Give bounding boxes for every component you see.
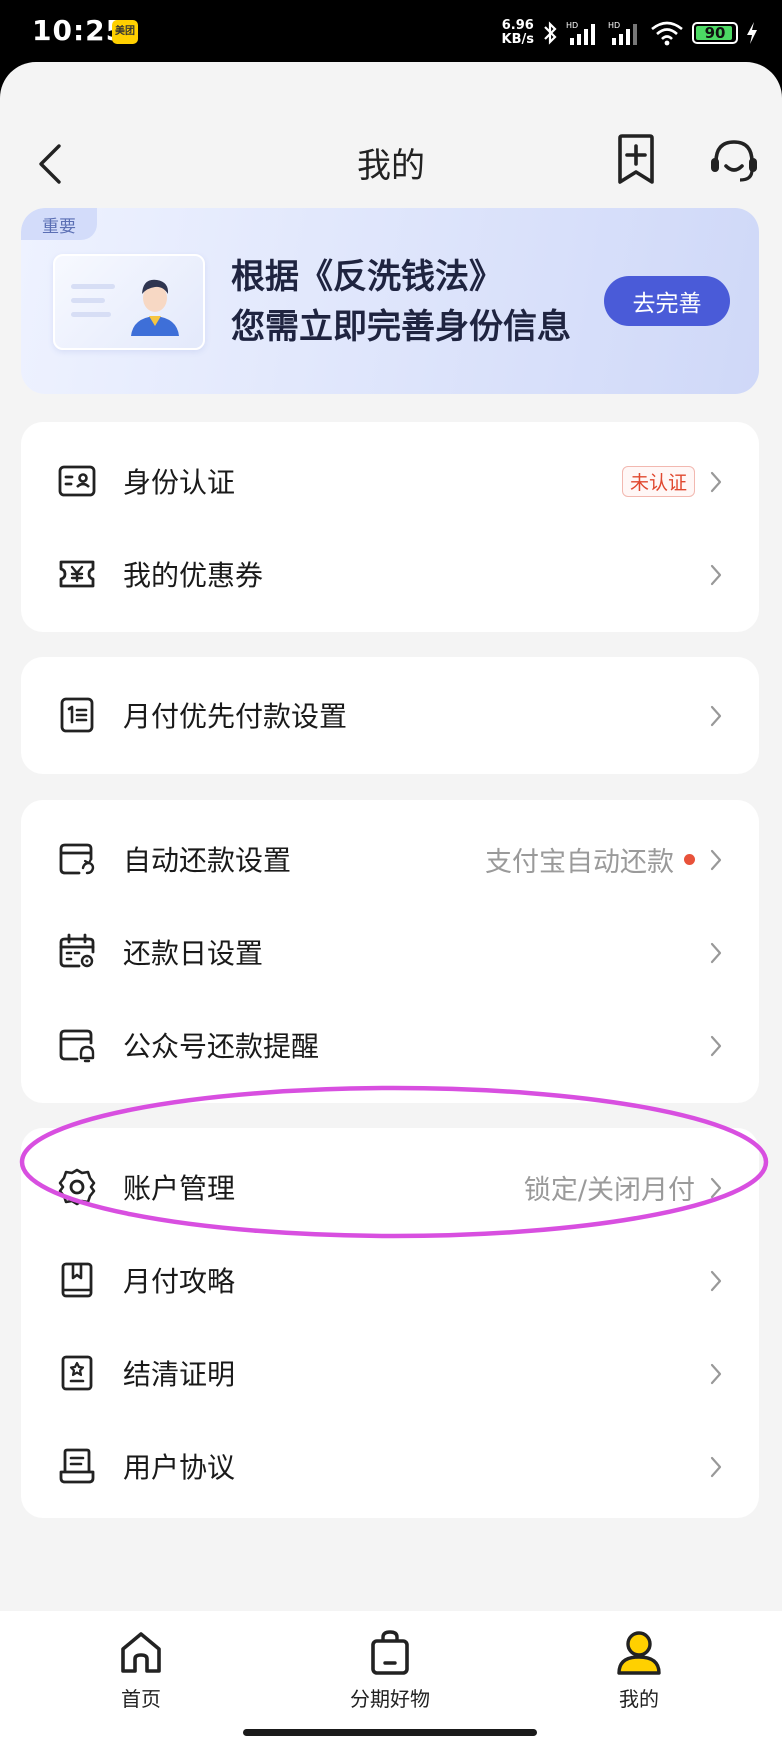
autopay-value: 支付宝自动还款 [485,840,695,879]
unverified-badge-wrap: 未认证 [621,465,695,497]
nav-bar: 我的 [0,120,782,210]
chevron-right-icon [710,564,722,586]
headset-icon [711,140,757,182]
signal-icon-2: HD [608,21,637,45]
banner-line-1: 根据《反洗钱法》 [231,257,503,297]
bluetooth-icon [544,21,557,45]
row-label: 用户协议 [123,1451,236,1484]
id-card-person-icon [71,279,179,336]
chevron-right-icon [710,1456,722,1478]
certificate-icon [61,1355,93,1391]
wifi-icon [651,21,683,46]
chevron-right-icon [710,1270,722,1292]
row-auto-repay[interactable]: 自动还款设置 支付宝自动还款 [21,813,759,905]
priority-list-icon [60,697,94,733]
tab-label: 我的 [619,1687,659,1711]
row-account-management[interactable]: 账户管理 锁定/关闭月付 [21,1141,759,1233]
autopay-value-text: 支付宝自动还款 [485,846,674,878]
tab-home[interactable]: 首页 [71,1629,211,1712]
status-bar: 10:25 美团 6.96 KB/s HD HD 90 [0,0,782,66]
add-bookmark-button[interactable] [612,132,660,188]
shopping-bag-icon [371,1630,409,1675]
bottom-tab-bar: 首页 分期好物 我的 [0,1611,782,1743]
status-indicators: 6.96 KB/s HD HD 90 [502,16,758,50]
chevron-right-icon [710,1035,722,1057]
id-card-illustration [53,254,205,350]
battery-icon: 90 [692,22,738,44]
row-label: 账户管理 [123,1172,236,1205]
agreement-doc-icon [59,1448,95,1484]
customer-service-button[interactable] [706,132,762,188]
network-speed-unit: KB/s [501,32,534,47]
profile-page: 我的 重要 根据《反洗钱法》 您需立即完善身份信息 去完善 身份认证 未认证 我… [0,62,782,1743]
row-my-coupons[interactable]: 我的优惠券 [21,528,759,620]
auto-repay-card-icon [59,843,95,875]
row-identity-verification[interactable]: 身份认证 未认证 [21,435,759,527]
row-wechat-reminder[interactable]: 公众号还款提醒 [21,999,759,1091]
account-value: 锁定/关闭月付 [523,1174,695,1206]
coupon-icon [59,560,95,588]
book-icon [61,1262,93,1298]
section-repayment: 自动还款设置 支付宝自动还款 还款日设置 公众号还款提醒 [21,800,759,1103]
banner-message: 根据《反洗钱法》 您需立即完善身份信息 [231,252,571,352]
chevron-right-icon [710,705,722,727]
svg-text:HD: HD [608,21,620,30]
row-label: 结清证明 [123,1358,236,1391]
row-label: 月付攻略 [123,1265,236,1298]
complete-info-button[interactable]: 去完善 [604,276,730,326]
row-label: 月付优先付款设置 [123,700,348,733]
battery-level: 90 [704,24,726,42]
unverified-badge: 未认证 [621,465,695,497]
chevron-right-icon [710,1363,722,1385]
tab-label: 首页 [121,1687,161,1711]
card-bell-icon [59,1029,95,1063]
row-label: 自动还款设置 [123,844,292,877]
row-guide[interactable]: 月付攻略 [21,1234,759,1326]
section-priority: 月付优先付款设置 [21,657,759,774]
network-speed-value: 6.96 [501,18,534,33]
section-identity: 身份认证 未认证 我的优惠券 [21,422,759,632]
banner-line-2: 您需立即完善身份信息 [231,307,571,347]
chevron-right-icon [710,942,722,964]
row-label: 身份认证 [123,466,236,499]
calendar-gear-icon [59,933,95,968]
section-account: 账户管理 锁定/关闭月付 月付攻略 结清证明 用户协议 [21,1128,759,1518]
row-user-agreement[interactable]: 用户协议 [21,1420,759,1512]
user-icon [617,1631,661,1675]
tab-label: 分期好物 [350,1687,430,1711]
app-notification-badge: 美团 [112,20,138,44]
row-settlement-certificate[interactable]: 结清证明 [21,1327,759,1419]
red-dot-indicator [684,853,695,865]
row-label: 公众号还款提醒 [123,1030,320,1063]
row-label: 还款日设置 [123,937,264,970]
id-card-icon [58,465,96,497]
chevron-right-icon [710,849,722,871]
add-bookmark-icon [618,134,654,184]
signal-icon: HD [566,21,595,45]
charging-icon [747,22,757,44]
tab-mine[interactable]: 我的 [569,1629,709,1712]
row-priority-payment[interactable]: 月付优先付款设置 [21,669,759,761]
tab-installment-goods[interactable]: 分期好物 [320,1629,460,1712]
svg-text:HD: HD [566,21,578,30]
page-title: 我的 [357,146,425,186]
network-speed: 6.96 KB/s [502,19,534,47]
row-label: 我的优惠券 [123,559,264,592]
aml-banner[interactable]: 重要 根据《反洗钱法》 您需立即完善身份信息 去完善 [21,208,759,394]
home-icon [121,1632,161,1673]
home-indicator[interactable] [243,1729,537,1736]
row-repay-day[interactable]: 还款日设置 [21,906,759,998]
chevron-right-icon [710,1177,722,1199]
gear-icon [58,1168,96,1206]
chevron-right-icon [710,471,722,493]
important-tag: 重要 [21,208,97,240]
